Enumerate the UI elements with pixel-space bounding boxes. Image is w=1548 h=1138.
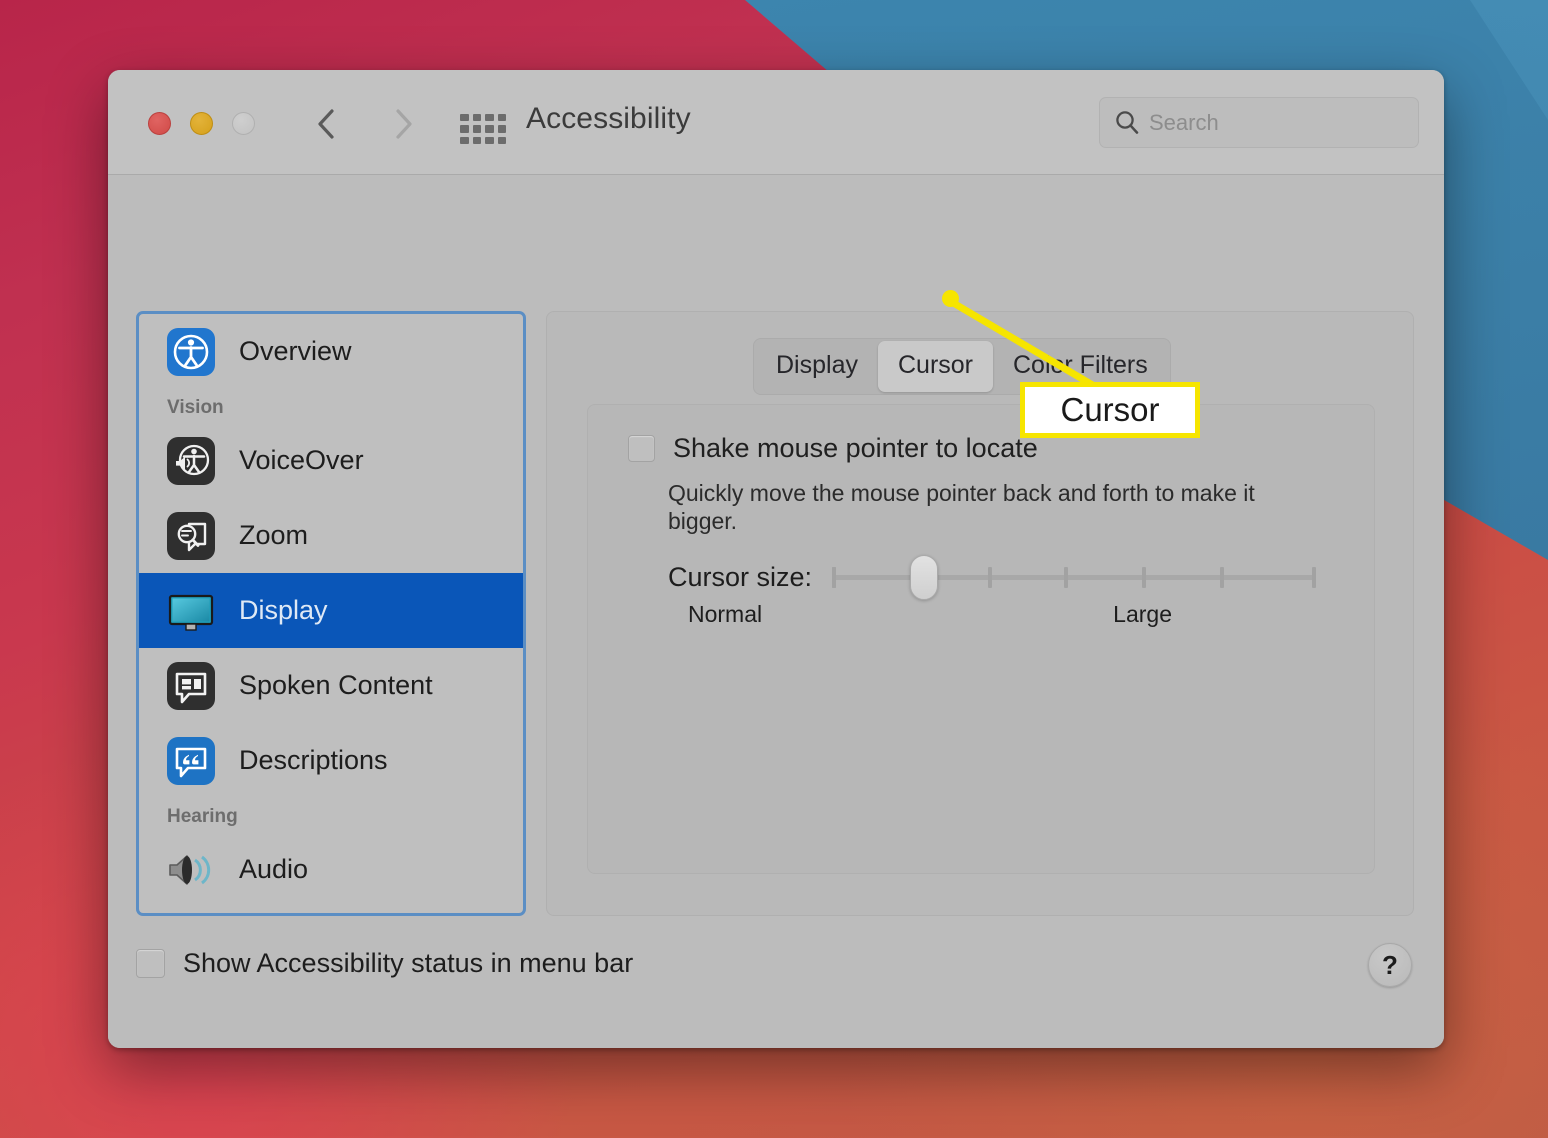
sidebar-item-audio[interactable]: Audio <box>139 832 523 907</box>
slider-tick <box>988 567 993 588</box>
menu-bar-status-checkbox-row[interactable]: Show Accessibility status in menu bar <box>136 948 633 979</box>
accessibility-person-icon <box>165 326 217 378</box>
descriptions-icon <box>165 735 217 787</box>
sidebar-item-label: Zoom <box>239 520 309 550</box>
menu-bar-status-label: Show Accessibility status in menu bar <box>183 948 634 978</box>
voiceover-icon <box>165 435 217 487</box>
sidebar-item-overview[interactable]: Overview <box>139 314 523 389</box>
cursor-settings-group: Shake mouse pointer to locate Quickly mo… <box>587 404 1375 874</box>
search-icon <box>1116 111 1139 134</box>
sidebar-item-spoken-content[interactable]: Spoken Content <box>139 648 523 723</box>
sidebar-item-zoom[interactable]: Zoom <box>139 498 523 573</box>
slider-tick <box>1064 567 1069 588</box>
slider-tick <box>832 567 837 588</box>
slider-range-labels: Normal Large <box>688 601 1172 628</box>
shake-pointer-description: Quickly move the mouse pointer back and … <box>668 480 1255 535</box>
minimize-button[interactable] <box>190 112 213 135</box>
sidebar-item-descriptions[interactable]: Descriptions <box>139 723 523 798</box>
cursor-size-slider[interactable] <box>832 555 1317 600</box>
slider-track <box>832 575 1317 580</box>
forward-chevron-icon[interactable] <box>386 105 420 143</box>
sidebar-item-label: Display <box>239 595 328 625</box>
sidebar-item-label: Descriptions <box>239 745 388 775</box>
slider-thumb[interactable] <box>910 555 939 600</box>
display-monitor-icon <box>165 585 217 637</box>
sidebar-group-vision: Vision <box>167 397 224 418</box>
slider-tick <box>1312 567 1317 588</box>
zoom-button[interactable] <box>232 112 255 135</box>
slider-min-label: Normal <box>688 601 763 627</box>
slider-max-label: Large <box>1113 601 1172 627</box>
zoom-magnifier-icon <box>165 510 217 562</box>
desktop-wallpaper: Accessibility Search Overview Vision Voi… <box>0 0 1548 1138</box>
accessibility-sidebar[interactable]: Overview Vision VoiceOver Zoom Display S… <box>136 311 526 916</box>
tab-cursor[interactable]: Cursor <box>877 341 993 392</box>
spoken-content-icon <box>165 660 217 712</box>
shake-pointer-label: Shake mouse pointer to locate <box>673 433 1038 463</box>
window-body: Overview Vision VoiceOver Zoom Display S… <box>108 175 1444 1048</box>
slider-tick <box>1220 567 1225 588</box>
search-field[interactable] <box>1099 97 1437 148</box>
content-pane: Display Cursor Color Filters Shake mouse… <box>546 311 1414 916</box>
show-all-grid-icon[interactable] <box>460 114 506 144</box>
tab-display[interactable]: Display <box>756 341 878 392</box>
search-input[interactable] <box>1149 109 1437 136</box>
sidebar-item-label: Spoken Content <box>239 670 433 700</box>
cursor-size-row: Cursor size: <box>668 555 1317 600</box>
sidebar-item-label: Audio <box>239 854 309 884</box>
cursor-size-label: Cursor size: <box>668 561 813 592</box>
sidebar-group-hearing: Hearing <box>167 806 238 827</box>
sidebar-item-voiceover[interactable]: VoiceOver <box>139 423 523 498</box>
back-chevron-icon[interactable] <box>310 105 344 143</box>
shake-pointer-checkbox[interactable] <box>628 435 655 462</box>
audio-speaker-icon <box>165 844 217 896</box>
sidebar-item-label: VoiceOver <box>239 445 364 475</box>
menu-bar-status-checkbox[interactable] <box>136 949 165 978</box>
close-button[interactable] <box>148 112 171 135</box>
window-titlebar: Accessibility <box>108 70 1444 175</box>
system-preferences-window: Accessibility Search Overview Vision Voi… <box>108 70 1444 1048</box>
traffic-lights <box>148 112 255 135</box>
sidebar-item-label: Overview <box>239 336 352 366</box>
shake-pointer-checkbox-row[interactable]: Shake mouse pointer to locate <box>628 435 1038 462</box>
sidebar-item-display[interactable]: Display <box>139 573 523 648</box>
tab-color-filters[interactable]: Color Filters <box>993 341 1168 392</box>
sidebar-item-rtt[interactable]: RTT <box>139 907 523 913</box>
help-button[interactable]: ? <box>1368 943 1412 987</box>
page-title: Accessibility <box>526 102 691 135</box>
display-tabs[interactable]: Display Cursor Color Filters <box>753 338 1171 395</box>
slider-tick <box>1142 567 1147 588</box>
